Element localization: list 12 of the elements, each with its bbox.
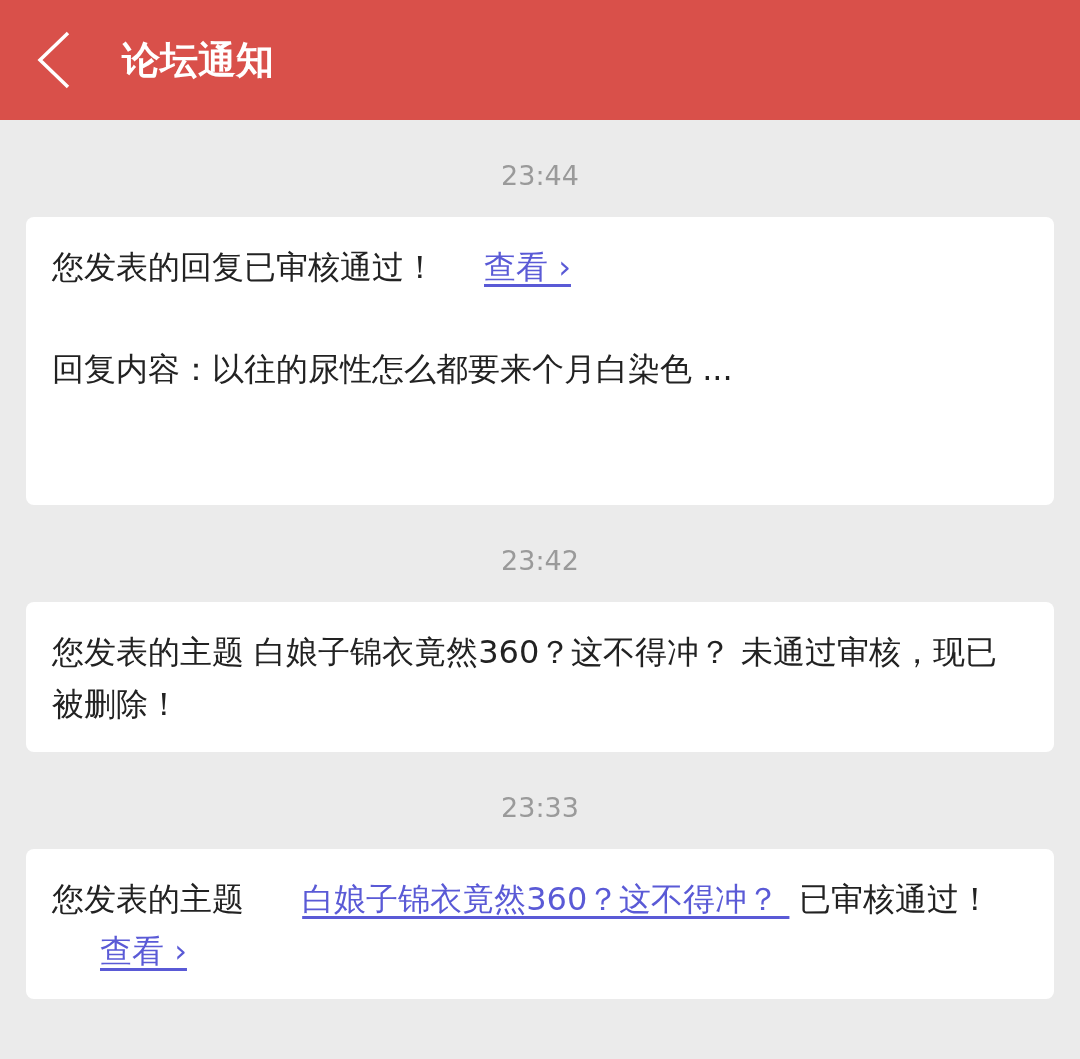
view-link[interactable]: 查看 › <box>484 248 571 286</box>
notification-text: 您发表的回复已审核通过！ 查看 › <box>52 247 572 288</box>
notification-text: 回复内容：以往的尿性怎么都要来个月白染色 ... <box>52 349 734 390</box>
timestamp: 23:42 <box>501 545 579 576</box>
view-link[interactable]: 白娘子锦衣竟然360？这不得冲？ <box>302 880 790 918</box>
timestamp: 23:44 <box>501 160 579 191</box>
notification-text: 您发表的主题 白娘子锦衣竟然360？这不得冲？ 未通过审核，现已被删除！ <box>52 632 999 725</box>
notification-text: 您发表的主题 白娘子锦衣竟然360？这不得冲？ 已审核通过！ 查看 › <box>52 879 993 972</box>
timestamp: 23:33 <box>501 792 579 823</box>
page-title: 论坛通知 <box>122 36 274 84</box>
view-link[interactable]: 查看 › <box>100 932 187 970</box>
back-icon[interactable] <box>36 31 70 89</box>
